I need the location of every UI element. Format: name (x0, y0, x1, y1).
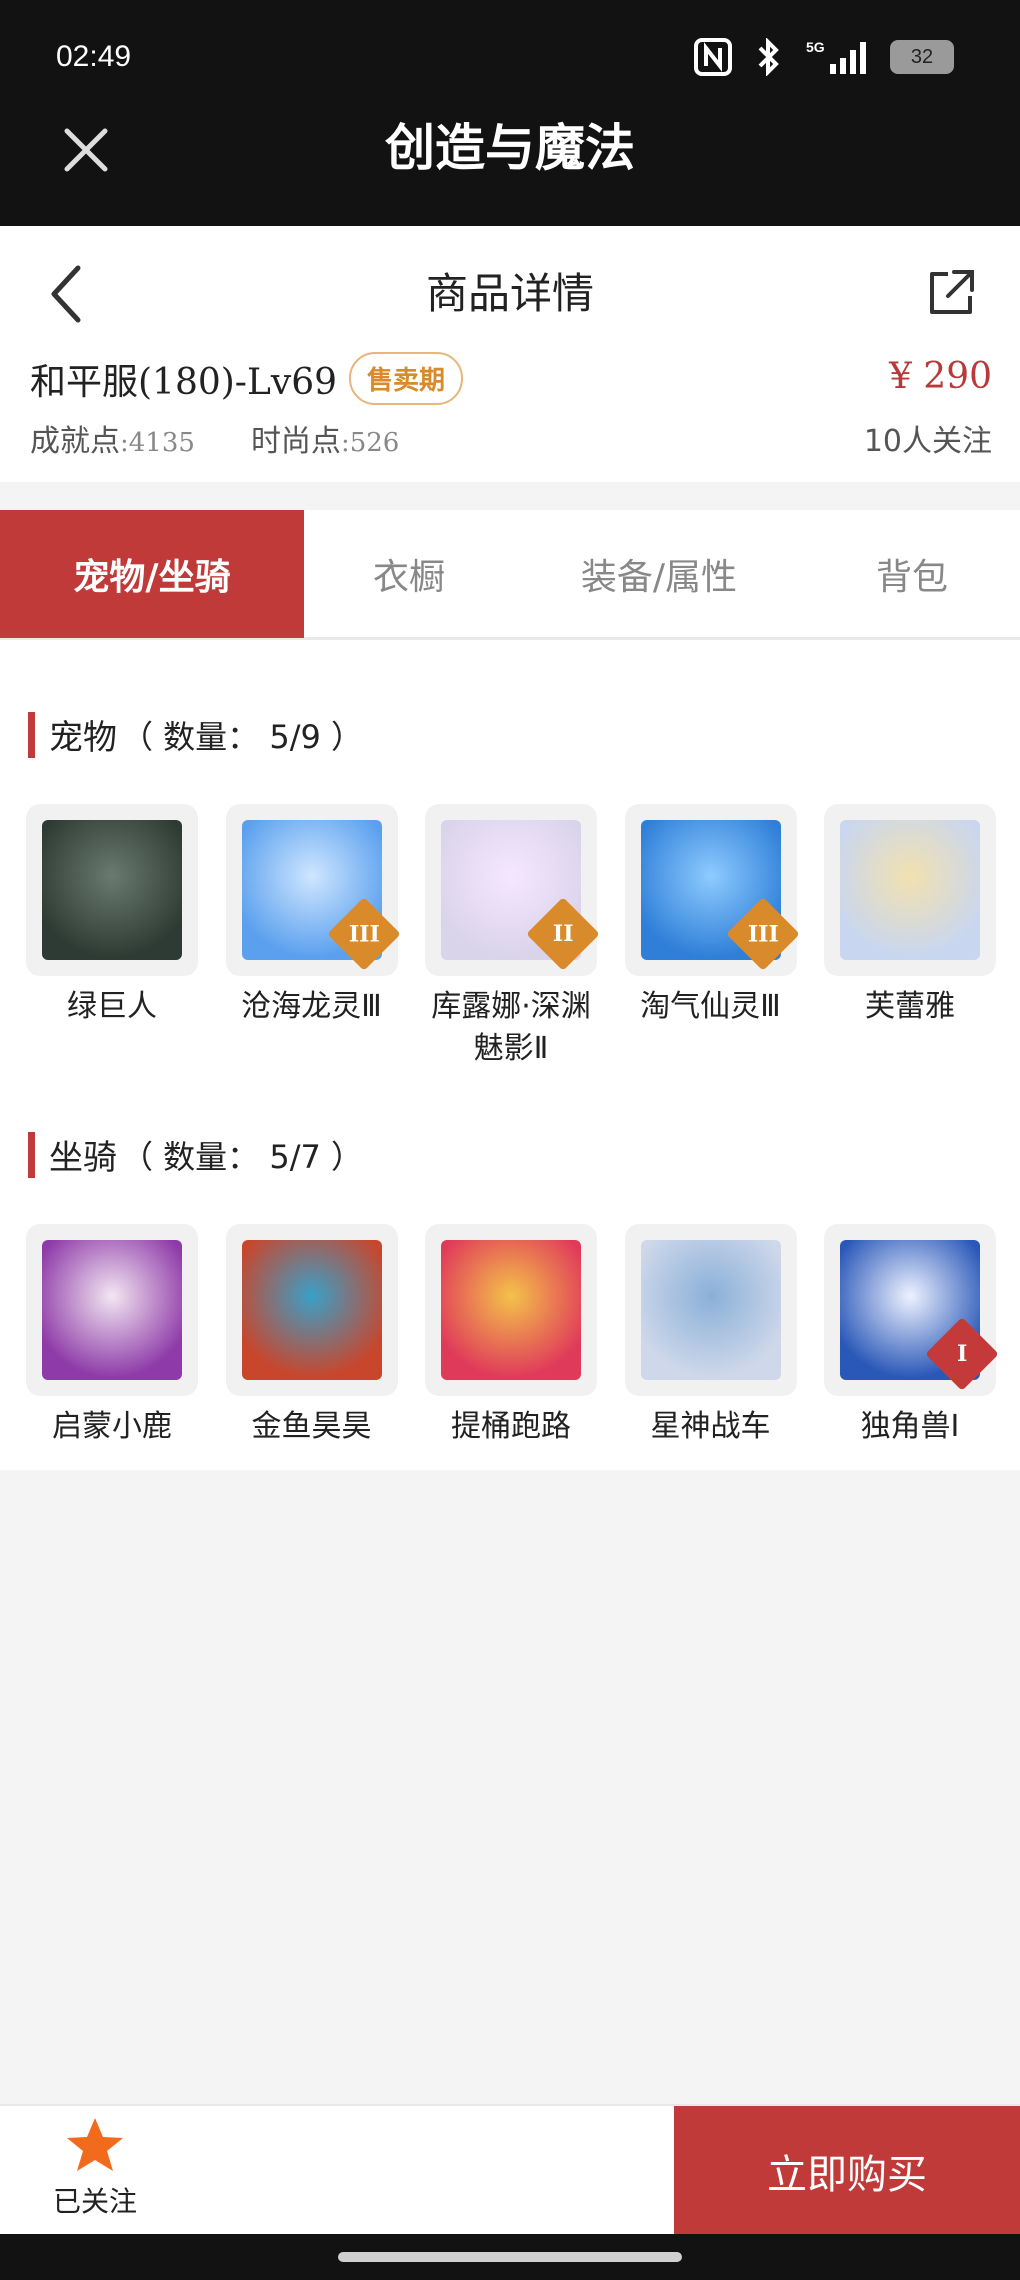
buy-now-button[interactable]: 立即购买 (674, 2106, 1020, 2236)
tab-bar: 宠物/坐骑 衣橱 装备/属性 背包 (0, 510, 1020, 640)
fashion-points: 时尚点:526 (250, 424, 400, 459)
nfc-icon (694, 38, 732, 76)
status-icons: 5G 32 (694, 38, 954, 76)
mount-image (441, 1240, 581, 1380)
pet-item[interactable]: 绿巨人 (26, 804, 198, 1070)
pet-thumbnail (824, 804, 996, 976)
share-icon (930, 270, 974, 314)
mount-name: 星神战车 (650, 1409, 771, 1444)
pet-image (42, 820, 182, 960)
tab-backpack[interactable]: 背包 (804, 510, 1020, 638)
product-header: 商品详情 和平服(180)-Lv69 售卖期 ¥ 290 成就点:4135 时尚… (0, 226, 1020, 482)
server-name: 和平服(180)-Lv69 (30, 361, 338, 403)
mount-thumbnail (425, 1224, 597, 1396)
app-nav-bar: 创造与魔法 (0, 120, 1020, 226)
tab-wardrobe[interactable]: 衣橱 (304, 510, 514, 638)
pet-name: 库露娜·深渊魅影Ⅱ (431, 989, 591, 1066)
app-title: 创造与魔法 (385, 119, 635, 177)
mount-image (241, 1240, 382, 1380)
mount-item[interactable]: 提桶跑路 (425, 1224, 597, 1448)
status-time: 02:49 (56, 40, 132, 73)
mount-thumbnail (624, 1224, 797, 1396)
sale-status-badge: 售卖期 (349, 352, 464, 405)
mount-item[interactable]: 金鱼昊昊 (225, 1224, 398, 1448)
mount-image (42, 1240, 182, 1380)
mount-item[interactable]: 星神战车 (624, 1224, 797, 1448)
pet-name: 淘气仙灵Ⅲ (640, 989, 781, 1024)
pet-item[interactable]: 芙蕾雅 (824, 804, 996, 1070)
mount-name: 提桶跑路 (451, 1409, 571, 1444)
follow-label: 已关注 (52, 2185, 137, 2218)
server-line: 和平服(180)-Lv69 售卖期 (30, 352, 464, 405)
section-marker (28, 1131, 35, 1178)
achievement-points: 成就点:4135 (30, 424, 195, 459)
mounts-section-title: 坐骑 （ 数量： 5/7 ） (28, 1130, 363, 1179)
page-title: 商品详情 (425, 269, 594, 318)
pets-grid: 绿巨人 III 沧海龙灵Ⅲ II 库露娜·深渊魅影Ⅱ III 淘气仙灵Ⅲ 芙蕾雅 (26, 804, 996, 1070)
status-bar: 02:49 5G 32 (0, 0, 1020, 120)
mount-name: 独角兽Ⅰ (860, 1409, 960, 1444)
bottom-action-bar: 已关注 立即购买 (0, 2104, 1020, 2236)
pet-name: 沧海龙灵Ⅲ (241, 989, 382, 1024)
home-indicator[interactable] (338, 2252, 682, 2262)
follow-button[interactable]: 已关注 (30, 2116, 160, 2226)
mount-thumbnail (26, 1224, 198, 1396)
svg-text:5G: 5G (806, 39, 825, 55)
pet-thumbnail: III (624, 804, 800, 976)
pet-thumbnail: II (425, 804, 600, 976)
pet-image (840, 820, 980, 960)
mount-image (640, 1240, 781, 1380)
pet-name: 绿巨人 (67, 989, 157, 1024)
tab-pets-mounts[interactable]: 宠物/坐骑 (0, 510, 304, 638)
tab-equipment[interactable]: 装备/属性 (514, 510, 804, 638)
section-marker (28, 711, 35, 758)
pets-section-title: 宠物 （ 数量： 5/9 ） (28, 710, 363, 759)
system-nav-area (0, 2234, 1020, 2280)
mounts-grid: 启蒙小鹿 金鱼昊昊 提桶跑路 星神战车 I 独角兽Ⅰ (26, 1224, 999, 1448)
stats-line: 成就点:4135 时尚点:526 (30, 416, 399, 460)
mount-thumbnail (225, 1224, 398, 1396)
pet-name: 芙蕾雅 (865, 989, 955, 1024)
bluetooth-icon (758, 38, 779, 76)
pet-item[interactable]: III 淘气仙灵Ⅲ (624, 804, 800, 1070)
price: ¥ 290 (888, 356, 992, 397)
mount-item[interactable]: 启蒙小鹿 (26, 1224, 198, 1448)
pet-thumbnail: III (225, 804, 401, 976)
mount-name: 金鱼昊昊 (251, 1409, 372, 1444)
battery-icon: 32 (890, 40, 954, 74)
content-panel: 宠物 （ 数量： 5/9 ） 绿巨人 III 沧海龙灵Ⅲ II 库露娜·深渊魅影Ⅱ III… (0, 640, 1020, 1470)
pet-thumbnail (26, 804, 198, 976)
mount-item[interactable]: I 独角兽Ⅰ (824, 1224, 999, 1448)
mount-name: 启蒙小鹿 (52, 1409, 172, 1444)
followers-count: 10人关注 (863, 424, 992, 459)
star-icon (67, 2118, 123, 2171)
pet-item[interactable]: II 库露娜·深渊魅影Ⅱ (425, 804, 600, 1070)
signal-icon: 5G (806, 39, 866, 74)
pet-item[interactable]: III 沧海龙灵Ⅲ (225, 804, 401, 1070)
share-button[interactable] (922, 264, 980, 322)
mount-thumbnail: I (824, 1224, 999, 1396)
